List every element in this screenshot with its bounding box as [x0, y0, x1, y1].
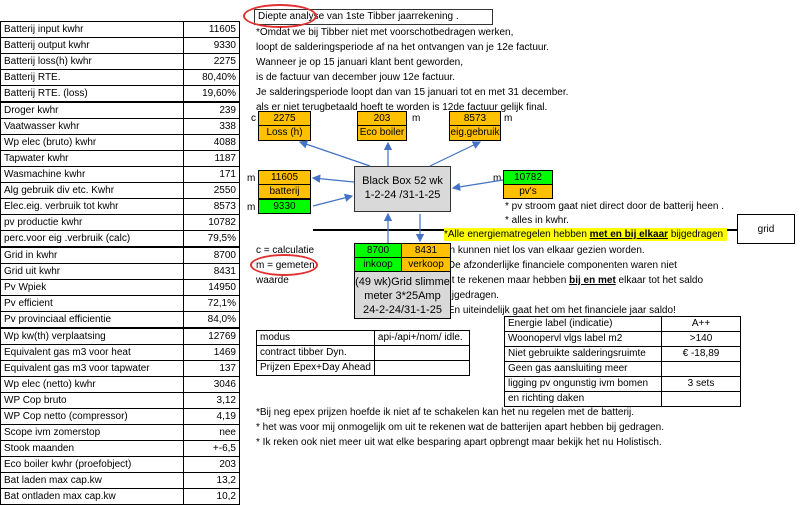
energy-key[interactable]: Geen gas aansluiting meer — [504, 361, 662, 377]
table-row: Bat ontladen max cap.kw 10,2 — [0, 488, 240, 505]
modus-key[interactable]: Prijzen Epex+Day Ahead — [256, 360, 375, 376]
energy-key[interactable]: en richting daken — [504, 391, 662, 407]
energy-key[interactable]: Woonopervl vlgs label m2 — [504, 331, 662, 347]
energy-row: Woonopervl vlgs label m2 >140 — [504, 331, 741, 347]
energy-value[interactable]: A++ — [661, 316, 741, 332]
modus-value[interactable] — [373, 345, 470, 361]
arrow-to-eig — [429, 141, 482, 167]
arrow-from-battery — [312, 193, 354, 207]
modus-row: Prijzen Epex+Day Ahead — [256, 360, 470, 376]
row-value[interactable]: 10,2 — [183, 488, 240, 505]
energy-table: Energie label (indicatie) A++ Woonopervl v… — [504, 316, 741, 407]
note-bottom-3: * Ik reken ook niet meer uit wat elke be… — [256, 437, 662, 448]
energy-key[interactable]: ligging pv ongunstig ivm bomen — [504, 376, 662, 392]
modus-row: contract tibber Dyn. — [256, 345, 470, 361]
energy-value[interactable]: € -18,89 — [661, 346, 741, 362]
modus-table: modus api-/api+/nom/ idle. contract tibber… — [256, 330, 470, 376]
arrow-to-loss — [298, 140, 371, 167]
energy-row: Niet gebruikte salderingsruimte € -18,89 — [504, 346, 741, 362]
row-label[interactable]: Bat laden max cap.kw — [0, 472, 184, 489]
modus-row: modus api-/api+/nom/ idle. — [256, 330, 470, 346]
modus-value[interactable] — [373, 360, 470, 376]
note-bottom-1: *Bij neg epex prijzen hoefde ik niet af … — [256, 407, 635, 418]
energy-row: Energie label (indicatie) A++ — [504, 316, 741, 332]
row-value[interactable]: 13,2 — [183, 472, 240, 489]
modus-value[interactable]: api-/api+/nom/ idle. — [373, 330, 470, 346]
energy-row: ligging pv ongunstig ivm bomen 3 sets — [504, 376, 741, 392]
energy-key[interactable]: Energie label (indicatie) — [504, 316, 662, 332]
arrow-from-pv — [451, 179, 504, 192]
energy-value[interactable]: 3 sets — [661, 376, 741, 392]
modus-key[interactable]: contract tibber Dyn. — [256, 345, 375, 361]
row-label[interactable]: Bat ontladen max cap.kw — [0, 488, 184, 505]
energy-row: en richting daken — [504, 391, 741, 407]
table-row: Bat laden max cap.kw 13,2 — [0, 472, 240, 489]
energy-value[interactable] — [661, 391, 741, 407]
note-bottom-2: * het was voor mij onmogelijk om uit te … — [256, 422, 665, 433]
arrow-to-battery — [311, 174, 355, 183]
energy-value[interactable] — [661, 361, 741, 377]
energy-key[interactable]: Niet gebruikte salderingsruimte — [504, 346, 662, 362]
energy-row: Geen gas aansluiting meer — [504, 361, 741, 377]
modus-key[interactable]: modus — [256, 330, 375, 346]
energy-value[interactable]: >140 — [661, 331, 741, 347]
